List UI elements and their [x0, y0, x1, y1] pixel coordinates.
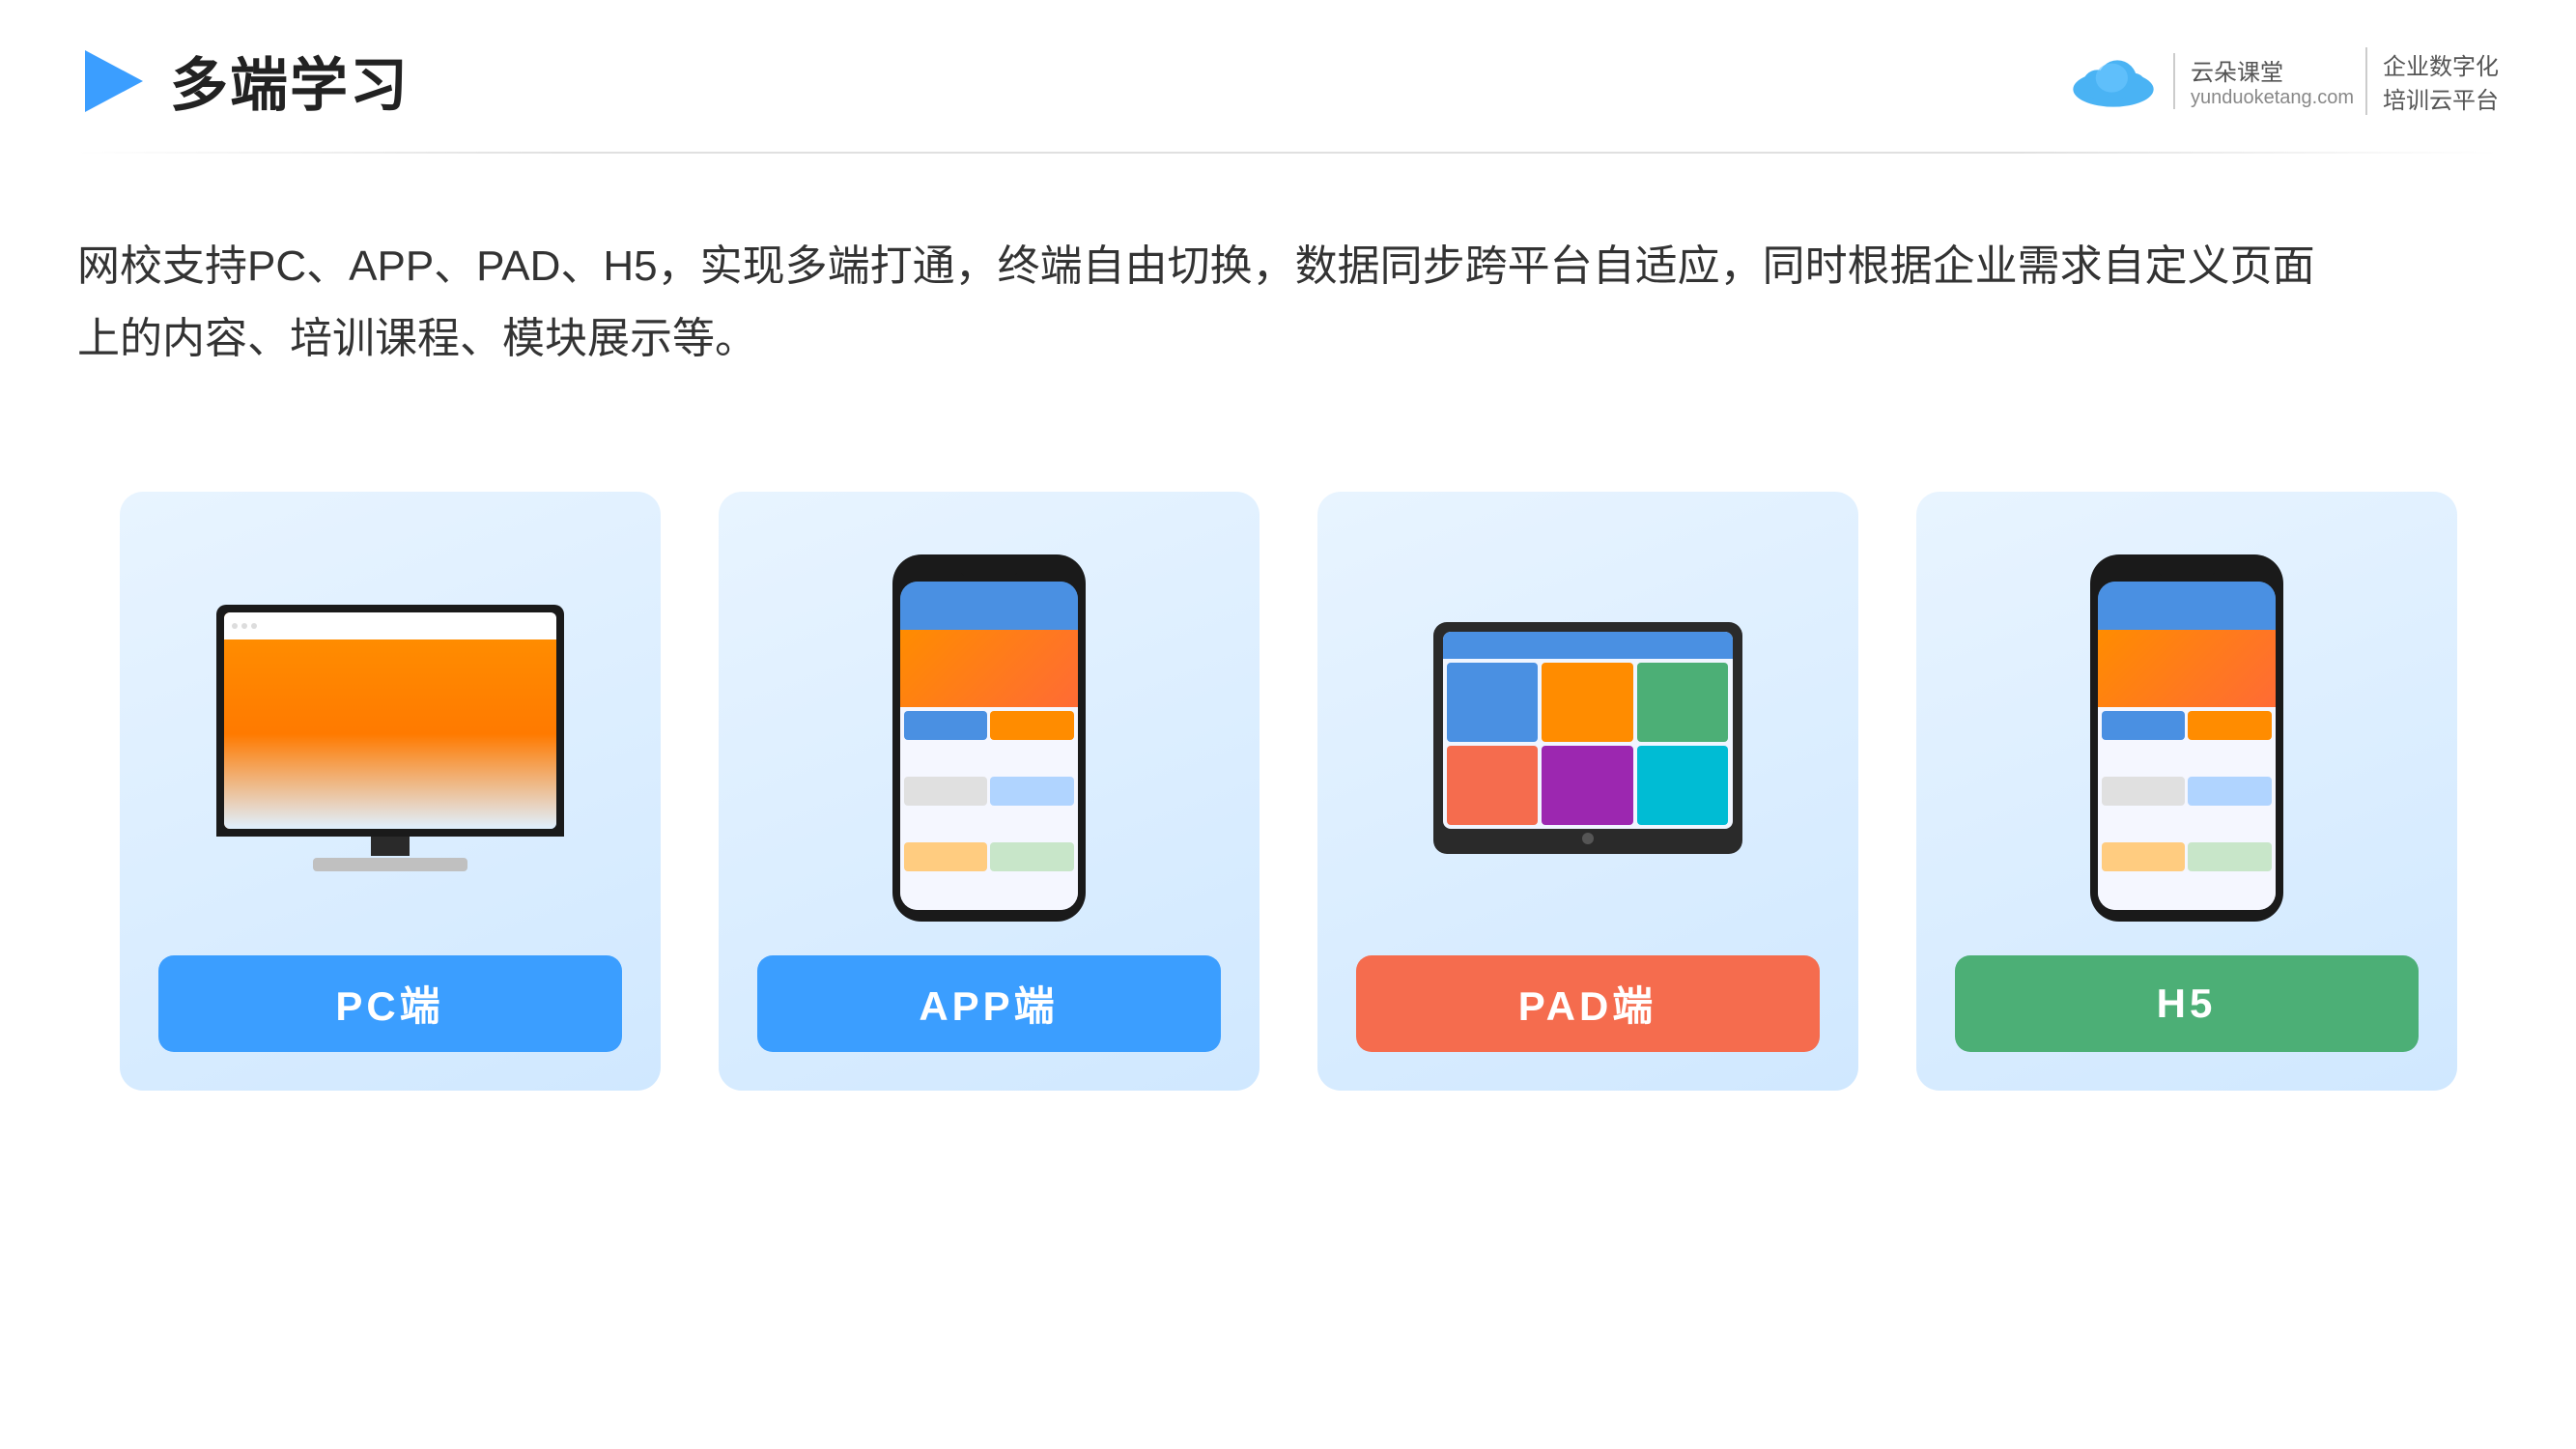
description-line2: 上的内容、培训课程、模块展示等。: [77, 303, 2337, 376]
h5-button[interactable]: H5: [1955, 955, 2419, 1052]
card-pc: PC端: [120, 492, 661, 1091]
pc-mockup: [216, 605, 564, 871]
card-pad: PAD端: [1317, 492, 1858, 1091]
header-right: 云朵课堂 yunduoketang.com 企业数字化 培训云平台: [2065, 47, 2499, 115]
pc-button[interactable]: PC端: [158, 955, 622, 1052]
card-pad-image: [1356, 550, 1820, 926]
logo-tagline1: 企业数字化: [2383, 47, 2499, 81]
card-h5-image: [1955, 550, 2419, 926]
logo-tagline2: 培训云平台: [2383, 81, 2499, 115]
card-pc-image: [158, 550, 622, 926]
header-left: 多端学习: [77, 39, 410, 123]
phone-mockup-app: [892, 554, 1086, 922]
logo-main-text: 云朵课堂: [2191, 53, 2354, 87]
logo-tagline-block: 企业数字化 培训云平台: [2365, 47, 2499, 115]
description-block: 网校支持PC、APP、PAD、H5，实现多端打通，终端自由切换，数据同步跨平台自…: [0, 154, 2415, 376]
app-button[interactable]: APP端: [757, 955, 1221, 1052]
page-title: 多端学习: [170, 39, 410, 123]
cloud-icon: [2065, 47, 2162, 115]
pad-button[interactable]: PAD端: [1356, 955, 1820, 1052]
pc-screen: [216, 605, 564, 837]
logo-sub-text: yunduoketang.com: [2191, 87, 2354, 109]
card-app: APP端: [719, 492, 1260, 1091]
phone-mockup-h5: [2090, 554, 2283, 922]
logo-text-block: 云朵课堂 yunduoketang.com: [2173, 53, 2354, 109]
description-line1: 网校支持PC、APP、PAD、H5，实现多端打通，终端自由切换，数据同步跨平台自…: [77, 231, 2337, 303]
tablet-mockup: [1433, 622, 1742, 854]
card-h5: H5: [1916, 492, 2457, 1091]
cards-container: PC端 APP端: [0, 376, 2576, 1091]
card-app-image: [757, 550, 1221, 926]
brand-logo: 云朵课堂 yunduoketang.com 企业数字化 培训云平台: [2065, 47, 2499, 115]
page-header: 多端学习 云朵课堂 yunduoketang.com 企业数字化 培训云平台: [0, 0, 2576, 123]
play-icon: [77, 46, 147, 116]
